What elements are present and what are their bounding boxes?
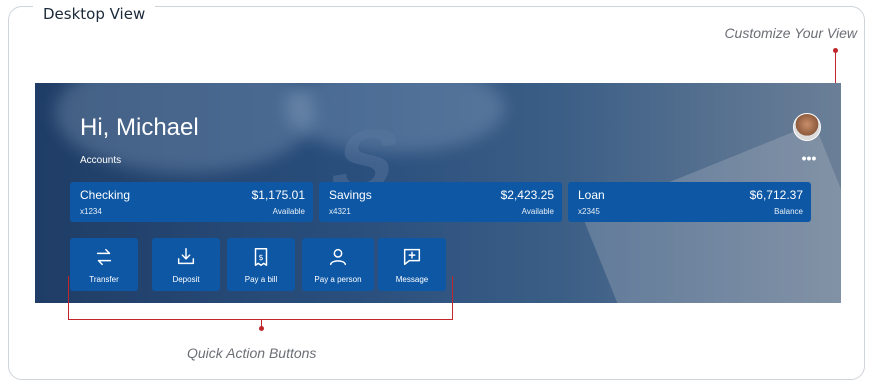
callout-bracket-left (68, 276, 69, 320)
transfer-label: Transfer (89, 275, 119, 284)
pay-person-label: Pay a person (314, 275, 362, 284)
account-card-savings[interactable]: Savings x4321 $2,423.25 Available (319, 182, 562, 222)
pay-bill-button[interactable]: $ Pay a bill (227, 238, 295, 291)
pay-bill-label: Pay a bill (244, 275, 278, 284)
message-button[interactable]: Message (378, 238, 446, 291)
deposit-button[interactable]: Deposit (152, 238, 220, 291)
svg-text:$: $ (258, 252, 263, 262)
greeting: Hi, Michael (80, 114, 199, 141)
account-amount: $2,423.25 (500, 188, 554, 202)
transfer-button[interactable]: Transfer (70, 238, 138, 291)
message-icon (403, 248, 421, 266)
deposit-label: Deposit (172, 275, 200, 284)
account-amount: $1,175.01 (251, 188, 305, 202)
account-name: Checking (80, 188, 131, 202)
callout-bracket-right (452, 276, 453, 320)
dashboard-panel: S Hi, Michael Accounts ••• Checking x123… (35, 83, 841, 303)
account-name: Loan (578, 188, 605, 202)
account-amount-label: Available (521, 207, 554, 216)
pay-person-button[interactable]: Pay a person (302, 238, 374, 291)
deposit-icon (177, 248, 195, 265)
transfer-icon (96, 248, 112, 266)
customize-more-button[interactable]: ••• (799, 151, 819, 167)
avatar[interactable] (793, 113, 821, 141)
account-number: x2345 (578, 207, 600, 216)
account-amount-label: Balance (774, 207, 803, 216)
bill-icon: $ (254, 248, 268, 266)
account-name: Savings (329, 188, 372, 202)
frame-title: Desktop View (33, 5, 156, 23)
account-amount: $6,712.37 (749, 188, 803, 202)
account-number: x4321 (329, 207, 351, 216)
quick-action-annotation: Quick Action Buttons (187, 345, 317, 361)
person-icon (329, 248, 347, 266)
message-label: Message (395, 275, 429, 284)
callout-dot-quick (259, 326, 264, 331)
account-card-loan[interactable]: Loan x2345 $6,712.37 Balance (568, 182, 811, 222)
customize-view-annotation: Customize Your View (724, 25, 857, 41)
account-amount-label: Available (272, 207, 305, 216)
account-number: x1234 (80, 207, 102, 216)
account-card-checking[interactable]: Checking x1234 $1,175.01 Available (70, 182, 313, 222)
accounts-label: Accounts (80, 155, 122, 166)
